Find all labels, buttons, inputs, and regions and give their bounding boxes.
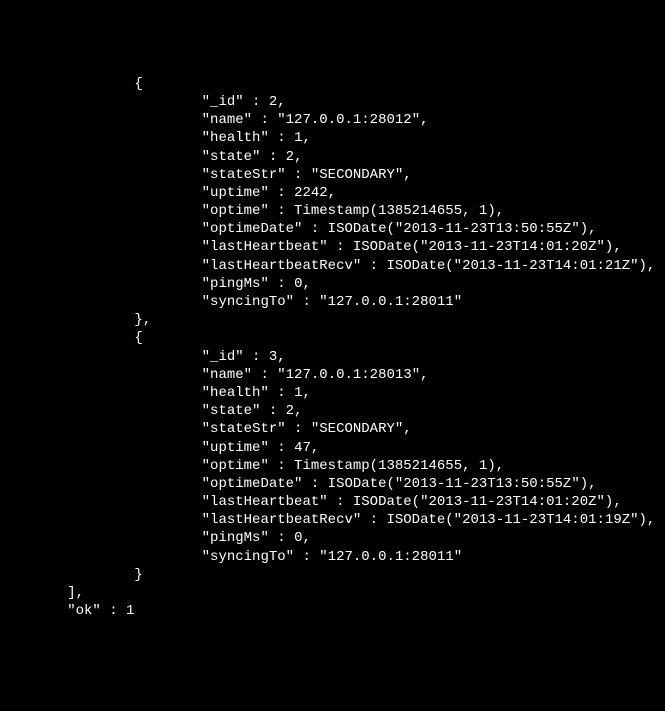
field-lastHeartbeat: "lastHeartbeat" : ISODate("2013-11-23T14…	[0, 239, 622, 255]
field-optimeDate: "optimeDate" : ISODate("2013-11-23T13:50…	[0, 476, 597, 492]
field-stateStr: "stateStr" : "SECONDARY",	[0, 167, 412, 183]
bracket-close: ],	[0, 585, 84, 601]
field-state: "state" : 2,	[0, 149, 302, 165]
field-lastHeartbeatRecv: "lastHeartbeatRecv" : ISODate("2013-11-2…	[0, 512, 655, 528]
field-name: "name" : "127.0.0.1:28013",	[0, 367, 429, 383]
brace-open: {	[0, 76, 143, 92]
field-stateStr: "stateStr" : "SECONDARY",	[0, 421, 412, 437]
field-uptime: "uptime" : 2242,	[0, 185, 336, 201]
terminal-output: { "_id" : 2, "name" : "127.0.0.1:28012",…	[0, 75, 665, 621]
field-optime: "optime" : Timestamp(1385214655, 1),	[0, 203, 504, 219]
field-pingMs: "pingMs" : 0,	[0, 276, 311, 292]
field-state: "state" : 2,	[0, 403, 302, 419]
field-health: "health" : 1,	[0, 385, 311, 401]
field-lastHeartbeatRecv: "lastHeartbeatRecv" : ISODate("2013-11-2…	[0, 258, 655, 274]
field-health: "health" : 1,	[0, 130, 311, 146]
field-optime: "optime" : Timestamp(1385214655, 1),	[0, 458, 504, 474]
brace-close: }	[0, 567, 143, 583]
field-id: "_id" : 3,	[0, 349, 286, 365]
field-syncingTo: "syncingTo" : "127.0.0.1:28011"	[0, 549, 462, 565]
field-ok: "ok" : 1	[0, 603, 134, 619]
field-lastHeartbeat: "lastHeartbeat" : ISODate("2013-11-23T14…	[0, 494, 622, 510]
field-id: "_id" : 2,	[0, 94, 286, 110]
field-pingMs: "pingMs" : 0,	[0, 530, 311, 546]
brace-open: {	[0, 330, 143, 346]
field-optimeDate: "optimeDate" : ISODate("2013-11-23T13:50…	[0, 221, 597, 237]
field-uptime: "uptime" : 47,	[0, 440, 319, 456]
field-syncingTo: "syncingTo" : "127.0.0.1:28011"	[0, 294, 462, 310]
brace-close: },	[0, 312, 151, 328]
field-name: "name" : "127.0.0.1:28012",	[0, 112, 429, 128]
